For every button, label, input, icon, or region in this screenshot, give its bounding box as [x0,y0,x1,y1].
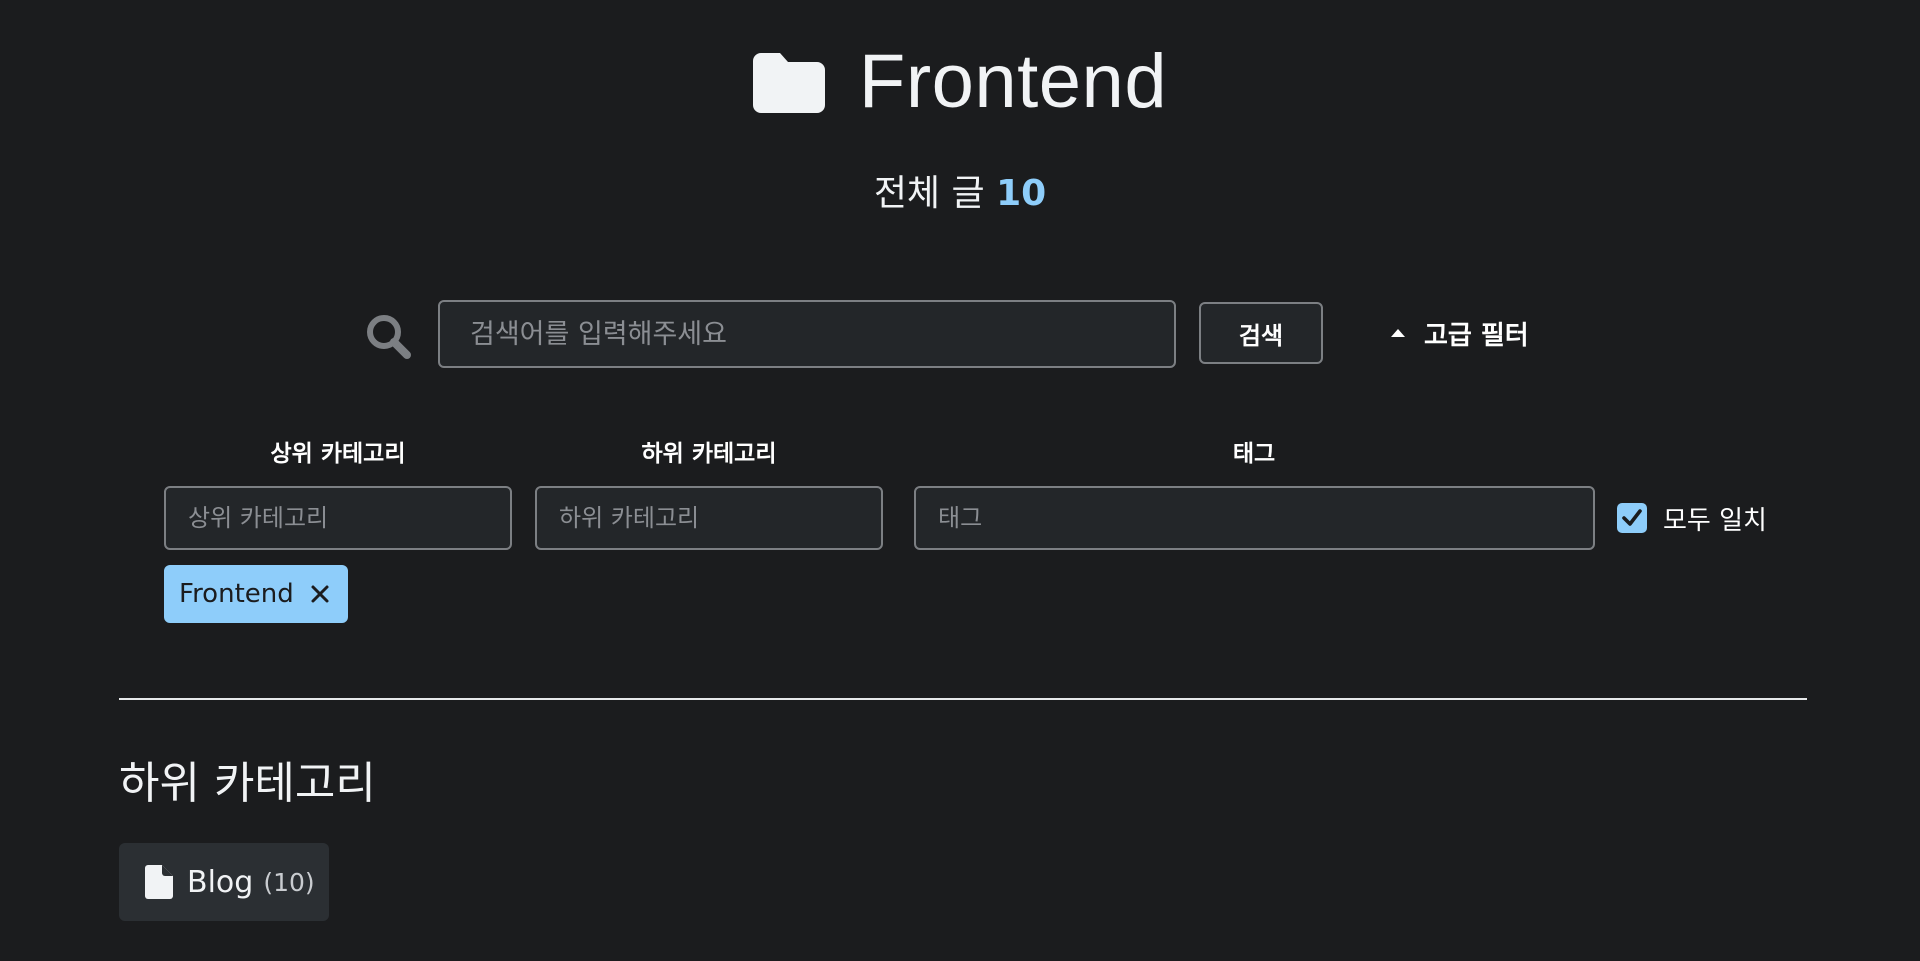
parent-category-input[interactable] [164,486,512,550]
search-button-label: 검색 [1238,321,1284,350]
advanced-filter-toggle[interactable]: 고급 필터 [1390,313,1529,353]
close-icon[interactable] [310,584,330,604]
subcategory-card[interactable]: Blog (10) [119,843,329,921]
filter-chip: Frontend [164,565,348,623]
tag-label: 태그 [1232,441,1276,467]
category-page: Frontend 전체 글 10 검색 고급 필터 상위 카테고리 하위 카테고… [0,0,1920,961]
sub-category-label: 하위 카테고리 [641,441,777,467]
folder-icon [752,53,825,113]
match-all-option[interactable]: 모두 일치 [1617,496,1767,540]
section-divider [119,698,1807,700]
post-count-label: 전체 글 [873,173,985,214]
file-icon [145,865,173,899]
sub-category-input[interactable] [535,486,883,550]
subcategory-section-title: 하위 카테고리 [119,758,376,809]
filter-chip-label: Frontend [179,579,294,609]
search-button[interactable]: 검색 [1199,302,1323,364]
advanced-filter-label: 고급 필터 [1424,320,1529,351]
page-title: Frontend [858,39,1168,124]
parent-category-label: 상위 카테고리 [270,441,406,467]
subcategory-count: (10) [263,867,315,897]
page-header: Frontend [0,44,1920,120]
checkmark-icon [1622,509,1642,526]
subcategory-name: Blog [187,864,254,900]
match-all-label: 모두 일치 [1663,505,1767,536]
post-count: 전체 글 10 [0,176,1920,212]
post-count-value: 10 [996,173,1047,214]
tag-input[interactable] [914,486,1595,550]
search-icon [367,315,411,359]
search-input[interactable] [438,300,1176,368]
match-all-checkbox[interactable] [1617,503,1647,533]
caret-up-icon [1391,329,1405,337]
